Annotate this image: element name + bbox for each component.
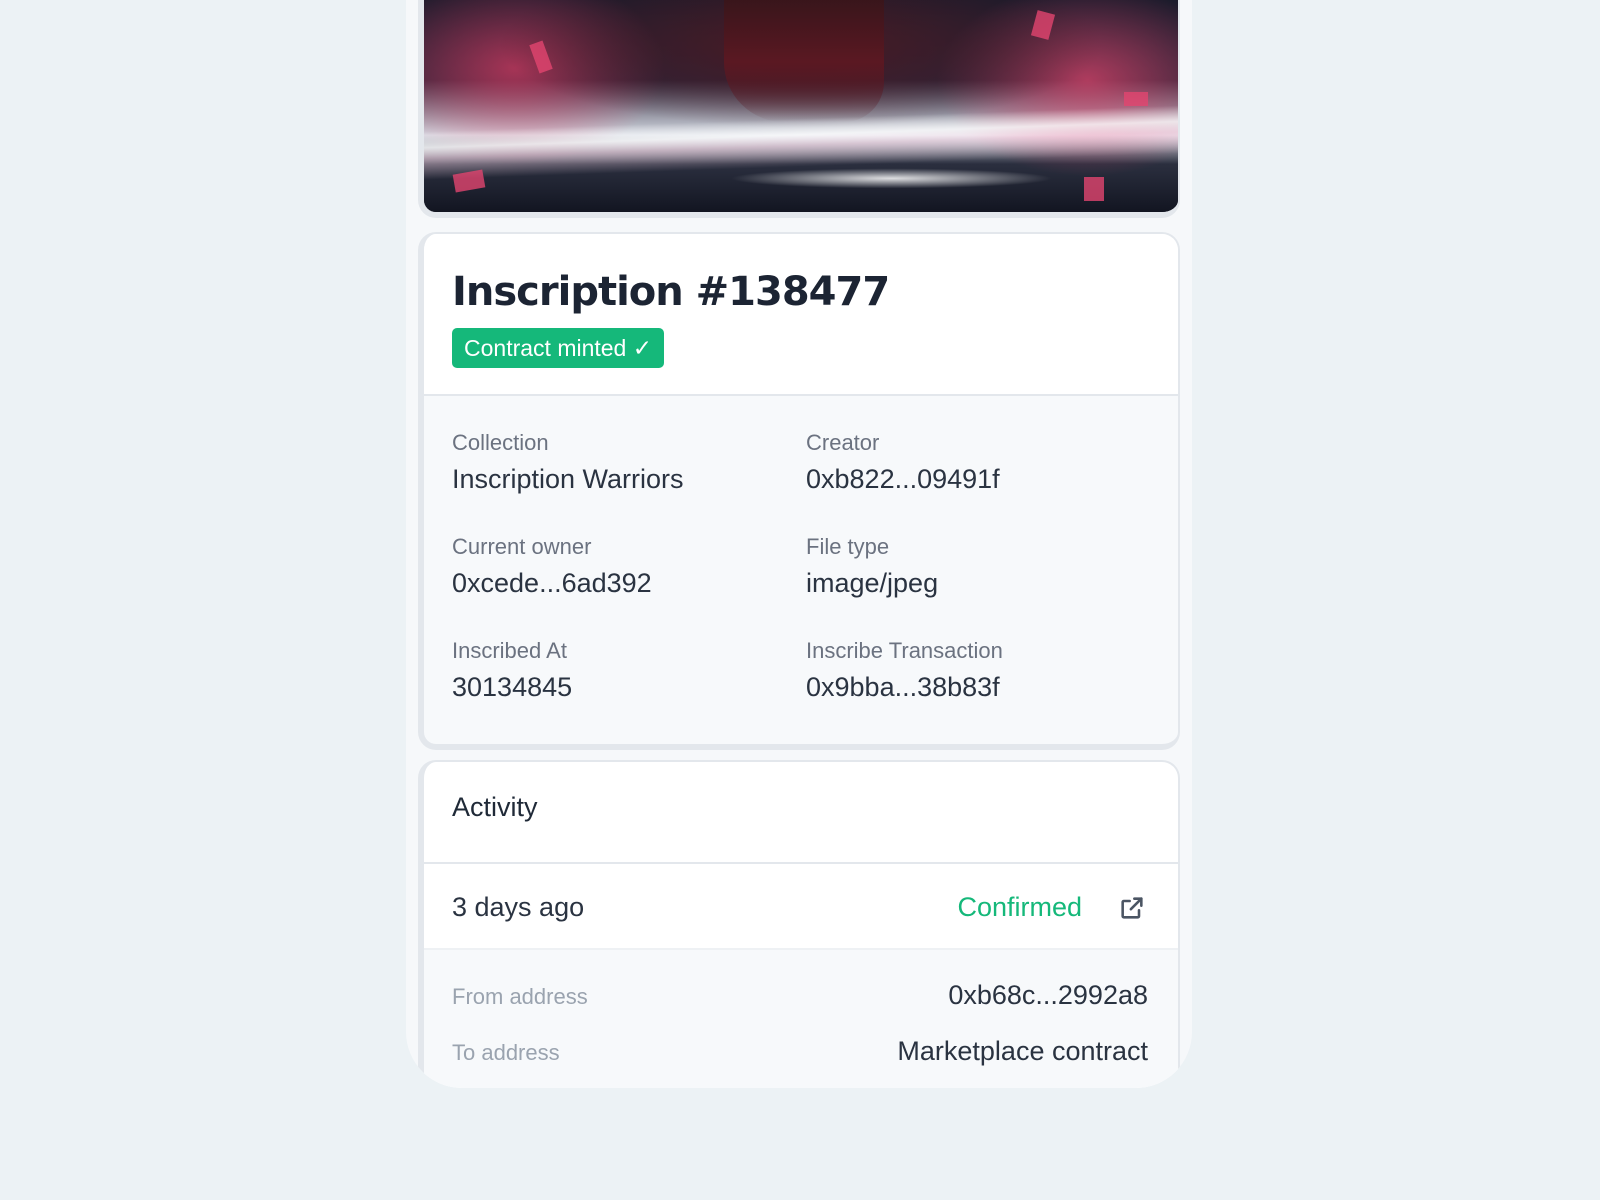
- to-address-value[interactable]: Marketplace contract: [897, 1036, 1148, 1067]
- activity-status: Confirmed: [957, 892, 1082, 922]
- detail-creator: Creator 0xb822...09491f: [806, 430, 1136, 496]
- detail-label: File type: [806, 534, 890, 559]
- activity-row[interactable]: 3 days ago Confirmed: [424, 864, 1178, 950]
- detail-label: Current owner: [452, 534, 592, 559]
- details-grid: Collection Inscription Warriors Creator …: [424, 396, 1178, 702]
- artwork-shard: [529, 40, 553, 74]
- detail-value: image/jpeg: [806, 568, 939, 598]
- detail-value[interactable]: Inscription Warriors: [452, 462, 782, 496]
- activity-heading: Activity: [424, 762, 1178, 864]
- detail-label: Inscribed At: [452, 638, 567, 663]
- artwork-shard: [1084, 177, 1104, 201]
- to-address-row: To address Marketplace contract: [452, 1036, 1148, 1070]
- activity-card: Activity 3 days ago Confirmed From addre…: [418, 760, 1180, 1088]
- artwork-shard: [452, 169, 486, 193]
- detail-label: Inscribe Transaction: [806, 638, 1003, 663]
- detail-collection: Collection Inscription Warriors: [452, 430, 782, 496]
- to-address-label: To address: [452, 1040, 560, 1065]
- detail-value[interactable]: 0xcede...6ad392: [452, 566, 782, 600]
- detail-inscribe-transaction: Inscribe Transaction 0x9bba...38b83f: [806, 638, 1136, 704]
- status-badge: Contract minted ✓: [452, 328, 665, 368]
- detail-inscribed-at: Inscribed At 30134845: [452, 638, 782, 704]
- from-address-value[interactable]: 0xb68c...2992a8: [948, 980, 1148, 1011]
- phone-frame: Inscription #138477 Contract minted ✓ Co…: [406, 0, 1192, 1088]
- activity-time: 3 days ago: [452, 892, 585, 922]
- from-address-label: From address: [452, 984, 588, 1009]
- artwork-card: [418, 0, 1180, 218]
- detail-label: Creator: [806, 430, 880, 455]
- page-title: Inscription #138477: [452, 269, 890, 315]
- detail-current-owner: Current owner 0xcede...6ad392: [452, 534, 782, 600]
- artwork-shard: [1124, 92, 1148, 106]
- detail-value[interactable]: 0x9bba...38b83f: [806, 670, 1136, 704]
- detail-file-type: File type image/jpeg: [806, 534, 1136, 600]
- detail-value[interactable]: 0xb822...09491f: [806, 462, 1136, 496]
- external-link-icon[interactable]: [1118, 894, 1146, 922]
- detail-value[interactable]: 30134845: [452, 670, 782, 704]
- artwork-shard: [1030, 10, 1056, 40]
- inscription-image[interactable]: [424, 0, 1178, 212]
- info-header: Inscription #138477 Contract minted ✓: [424, 234, 1178, 396]
- artwork-figure: [724, 0, 884, 122]
- inscription-info-card: Inscription #138477 Contract minted ✓ Co…: [418, 232, 1180, 750]
- from-address-row: From address 0xb68c...2992a8: [452, 980, 1148, 1014]
- activity-details: From address 0xb68c...2992a8 To address …: [424, 950, 1178, 1088]
- detail-label: Collection: [452, 430, 549, 455]
